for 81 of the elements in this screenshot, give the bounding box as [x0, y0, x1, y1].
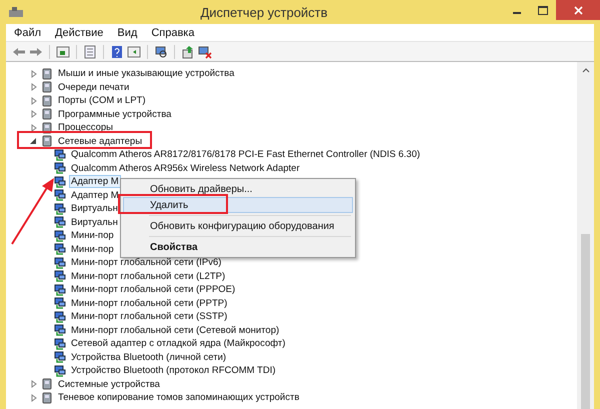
- tree-item[interactable]: Порты (COM и LPT): [56, 94, 148, 108]
- device-icon: [41, 122, 53, 134]
- context-menu-item[interactable]: Удалить: [123, 197, 353, 213]
- uninstall-icon[interactable]: [198, 44, 212, 58]
- network-adapter-icon: [54, 324, 66, 336]
- tree-item[interactable]: Мини-пор: [69, 242, 116, 256]
- tree-item[interactable]: Qualcomm Atheros AR956x Wireless Network Adapter: [69, 162, 302, 175]
- tree-item[interactable]: Мини-порт глобальной сети (IPv6): [69, 256, 224, 270]
- tree-item[interactable]: Устройство Bluetooth (протокол RFCOMM TDI): [69, 364, 278, 378]
- scrollbar[interactable]: [577, 62, 594, 409]
- device-icon: [41, 392, 53, 404]
- expand-arrow-icon[interactable]: [30, 96, 38, 105]
- tree-item[interactable]: Программные устройства: [56, 108, 174, 121]
- network-adapter-icon: [54, 256, 66, 269]
- pointer-arrow: [10, 176, 56, 246]
- device-icon: [41, 135, 53, 148]
- network-adapter-icon: [54, 230, 66, 242]
- expand-arrow-icon[interactable]: [30, 70, 38, 78]
- device-icon: [41, 94, 53, 107]
- tree-item[interactable]: Сетевые адаптеры: [56, 134, 144, 148]
- tree-item[interactable]: Мини-порт глобальной сети (L2TP): [69, 270, 228, 283]
- app-icon: [8, 6, 24, 18]
- tree-item[interactable]: Мини-порт глобальной сети (SSTP): [69, 310, 230, 324]
- window-title: Диспетчер устройств: [199, 4, 329, 20]
- panel-icon[interactable]: [127, 44, 141, 58]
- menu-item[interactable]: Файл: [14, 26, 42, 38]
- device-icon: [41, 108, 53, 120]
- network-adapter-icon: [54, 189, 66, 202]
- menu-item[interactable]: Действие: [55, 26, 104, 38]
- expand-arrow-icon[interactable]: [30, 83, 38, 92]
- network-adapter-icon: [54, 243, 66, 256]
- close-button[interactable]: [556, 0, 600, 20]
- menu-item[interactable]: Справка: [151, 26, 194, 38]
- maximize-icon: [538, 6, 548, 14]
- tree-item[interactable]: Qualcomm Atheros AR8172/8176/8178 PCI-E Fast Ethernet Controller (NDIS 6.30): [69, 148, 422, 162]
- network-adapter-icon: [54, 162, 66, 174]
- device-icon: [41, 68, 53, 80]
- tree-item[interactable]: Мыши и иные указывающие устройства: [56, 67, 236, 80]
- network-adapter-icon: [54, 216, 66, 228]
- tree-item[interactable]: Виртуальн: [69, 202, 120, 216]
- help-icon[interactable]: [110, 44, 124, 58]
- context-menu-item[interactable]: Обновить конфигурацию оборудования: [123, 218, 353, 234]
- network-adapter-icon: [54, 148, 66, 161]
- network-adapter-icon: [54, 351, 66, 364]
- expand-arrow-icon[interactable]: [30, 380, 38, 388]
- network-adapter-icon: [54, 310, 66, 323]
- expand-arrow-icon[interactable]: [30, 394, 38, 402]
- tree-item[interactable]: Мини-порт глобальной сети (PPPOE): [69, 283, 238, 296]
- context-menu-item[interactable]: Обновить драйверы...: [123, 181, 353, 197]
- network-adapter-icon: [54, 176, 66, 188]
- tree-item[interactable]: Устройства Bluetooth (личной сети): [69, 350, 228, 364]
- close-icon: [574, 6, 582, 14]
- update-driver-icon[interactable]: [181, 44, 195, 58]
- expand-arrow-icon[interactable]: [30, 124, 38, 132]
- tree-item[interactable]: Мини-порт глобальной сети (PPTP): [69, 296, 230, 310]
- tree-item[interactable]: Адаптер M: [69, 188, 121, 202]
- scroll-up-icon[interactable]: [582, 66, 590, 74]
- network-adapter-icon: [54, 364, 66, 377]
- panel-icon[interactable]: [56, 44, 70, 58]
- tree-item[interactable]: Мини-пор: [69, 229, 116, 242]
- collapse-arrow-icon[interactable]: [30, 137, 38, 146]
- scan-icon[interactable]: [154, 44, 168, 58]
- tree-item[interactable]: Мини-порт глобальной сети (Сетевой монитор): [69, 324, 282, 337]
- network-adapter-icon: [54, 270, 66, 282]
- tree-item[interactable]: Теневое копирование томов запоминающих устройств: [56, 391, 302, 404]
- tree-item[interactable]: Процессоры: [56, 121, 116, 134]
- properties-icon[interactable]: [83, 44, 97, 58]
- tree-item[interactable]: Системные устройства: [56, 378, 162, 391]
- device-icon: [41, 378, 53, 390]
- menu-item[interactable]: Вид: [117, 26, 138, 38]
- network-adapter-icon: [54, 202, 66, 215]
- network-adapter-icon: [54, 284, 66, 296]
- network-adapter-icon: [54, 297, 66, 310]
- context-menu-item[interactable]: Свойства: [123, 239, 353, 255]
- tree-item[interactable]: Сетевой адаптер с отладкой ядра (Майкрософт): [69, 337, 288, 350]
- network-adapter-icon: [54, 338, 66, 350]
- tree-item[interactable]: Виртуальн: [69, 216, 120, 229]
- tree-item[interactable]: Очереди печати: [56, 80, 132, 94]
- device-icon: [41, 81, 53, 94]
- expand-arrow-icon[interactable]: [30, 110, 38, 118]
- tree-item[interactable]: Адаптер M: [69, 175, 121, 188]
